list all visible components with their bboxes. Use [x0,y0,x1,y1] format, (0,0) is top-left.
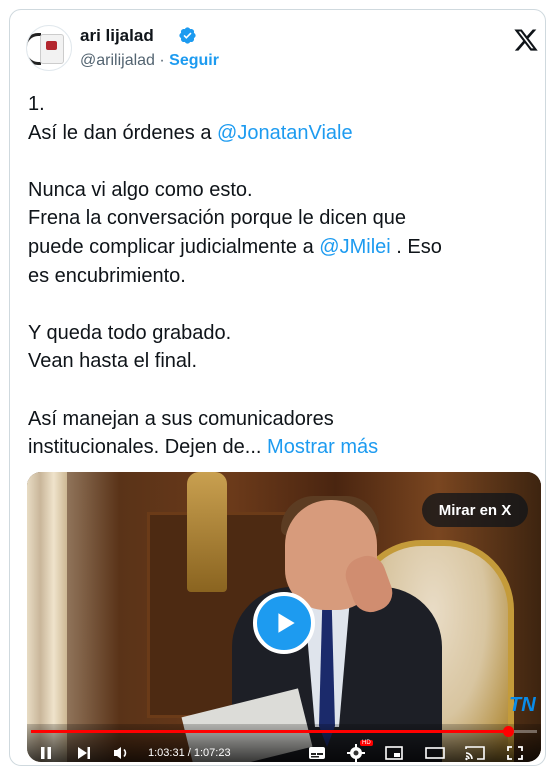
tweet-text-line [28,290,533,319]
tweet-text-line: 1. [28,90,533,119]
tweet-text-segment: Y queda todo grabado. [28,321,232,344]
tweet-text-segment: Nunca vi algo como esto. [28,178,253,201]
tweet-text-segment: puede complicar judicialmente a [28,235,320,258]
tweet-text-line: Vean hasta el final. [28,347,533,376]
tweet-text-segment: Así le dan órdenes a [28,121,218,144]
settings-gear-icon[interactable] [347,744,365,762]
avatar-ring-graphic [27,33,41,65]
tweet-text-segment: es encubrimiento. [28,264,186,287]
video-frame-curtain [27,472,67,762]
tweet-text-line: es encubrimiento. [28,262,533,291]
play-button[interactable] [253,592,315,654]
author-name[interactable]: ari lijalad [80,26,154,46]
next-icon[interactable] [77,746,91,760]
tweet-text-segment: Así manejan a sus comunicadores [28,407,334,430]
tweet-text-segment: institucionales. Dejen de... [28,436,268,459]
fullscreen-icon[interactable] [507,746,523,760]
tweet-text-segment: Frena la conversación porque le dicen qu… [28,207,407,230]
tweet-text: 1. Así le dan órdenes a @JonatanViale Nunc… [28,90,533,462]
tweet-text-segment: . Eso [390,235,442,258]
author-avatar[interactable] [26,25,72,71]
video-player[interactable]: TN Mirar en X 1:03:31 / 1:07:23 HD [27,472,541,762]
miniplayer-icon[interactable] [385,746,403,760]
tweet-text-line: puede complicar judicialmente a @JMilei … [28,233,533,262]
author-handle-line: @arilijalad · Seguir [80,52,219,70]
avatar-mug-graphic [40,34,64,64]
author-handle[interactable]: @arilijalad [80,52,155,69]
channel-logo: TN [509,694,536,716]
video-time-display: 1:03:31 / 1:07:23 [148,747,231,759]
tweet-text-segment: 1. [28,93,45,115]
x-logo-icon[interactable] [513,27,539,53]
tweet-text-line [28,147,533,176]
hd-badge: HD [360,740,373,746]
tweet-text-line: Así manejan a sus comunicadores [28,405,533,434]
tweet-text-line: institucionales. Dejen de... Mostrar más [28,433,533,462]
pause-icon[interactable] [39,746,53,760]
progress-fill [31,730,508,733]
verified-badge-icon [179,27,196,44]
subtitles-icon[interactable] [308,746,326,760]
tweet-card: ari lijalad @arilijalad · Seguir 1. Así l… [9,9,546,766]
follow-button[interactable]: Seguir [169,52,219,69]
tweet-text-line: Frena la conversación porque le dicen qu… [28,204,533,233]
tweet-text-line: Nunca vi algo como esto. [28,176,533,205]
progress-bar[interactable] [31,726,537,737]
progress-scrubber[interactable] [503,726,514,737]
tweet-text-line: Y queda todo grabado. [28,319,533,348]
tweet-text-segment: Vean hasta el final. [28,350,198,373]
separator-dot: · [154,52,170,69]
tweet-text-line [28,376,533,405]
show-more-link[interactable]: Mostrar más [267,436,378,458]
mention-link[interactable]: @JonatanViale [217,122,353,144]
theater-mode-icon[interactable] [425,746,445,760]
cast-icon[interactable] [465,745,485,761]
volume-icon[interactable] [113,746,131,760]
watch-on-x-button[interactable]: Mirar en X [422,493,528,527]
tweet-text-line: Así le dan órdenes a @JonatanViale [28,119,533,148]
play-icon [278,613,295,633]
video-frame-statue [187,472,227,592]
mention-link[interactable]: @JMilei [319,236,390,258]
